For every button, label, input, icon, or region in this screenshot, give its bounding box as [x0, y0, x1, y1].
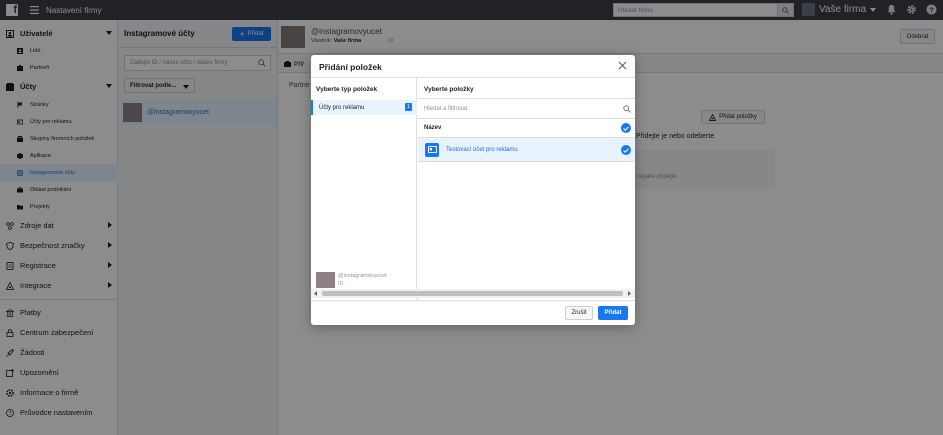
ad-account-icon: [425, 142, 439, 157]
selected-account-summary: @instagramovyucet ID: [316, 272, 387, 288]
dialog-title: Přidání položek: [319, 62, 382, 72]
asset-type-label: Účty pro reklamu: [319, 104, 365, 111]
asset-type-ad-accounts[interactable]: Účty pro reklamu 1: [311, 100, 417, 115]
row-check-icon[interactable]: [621, 145, 631, 155]
asset-type-heading: Vyberte typ položek: [316, 86, 378, 93]
summary-text: @instagramovyucet ID: [338, 272, 387, 288]
asset-name: Testovací účet pro reklamu: [446, 146, 518, 153]
add-button[interactable]: Přidat: [598, 306, 628, 320]
asset-search-placeholder: Hledat a filtrovat: [424, 105, 468, 112]
cancel-button[interactable]: Zrušit: [565, 306, 593, 320]
column-header-name: Název: [418, 119, 635, 138]
asset-type-panel: Vyberte typ položek Účty pro reklamu 1 @…: [311, 78, 417, 300]
summary-account-id: ID: [338, 281, 344, 287]
scrollbar-thumb[interactable]: [322, 291, 623, 296]
add-label: Přidat: [604, 310, 622, 316]
search-icon: [623, 105, 631, 113]
horizontal-scrollbar[interactable]: [311, 289, 635, 298]
select-all-check-icon[interactable]: [621, 123, 631, 133]
summary-account-name: @instagramovyucet: [338, 273, 387, 279]
selected-count-badge: 1: [405, 103, 412, 111]
asset-search-input[interactable]: Hledat a filtrovat: [418, 98, 635, 119]
asset-select-heading: Vyberte položky: [424, 86, 474, 93]
scroll-left-icon[interactable]: [314, 291, 317, 296]
scroll-right-icon[interactable]: [628, 291, 631, 296]
table-row[interactable]: Testovací účet pro reklamu: [418, 138, 635, 162]
divider: [311, 300, 635, 301]
close-icon[interactable]: [618, 61, 627, 70]
column-name-label: Název: [424, 125, 442, 131]
cancel-label: Zrušit: [571, 310, 587, 316]
add-assets-dialog: Přidání položek Vyberte typ položek Účty…: [311, 55, 635, 325]
account-thumbnail: [316, 272, 335, 288]
asset-select-panel: Vyberte položky Hledat a filtrovat Název…: [418, 78, 635, 300]
